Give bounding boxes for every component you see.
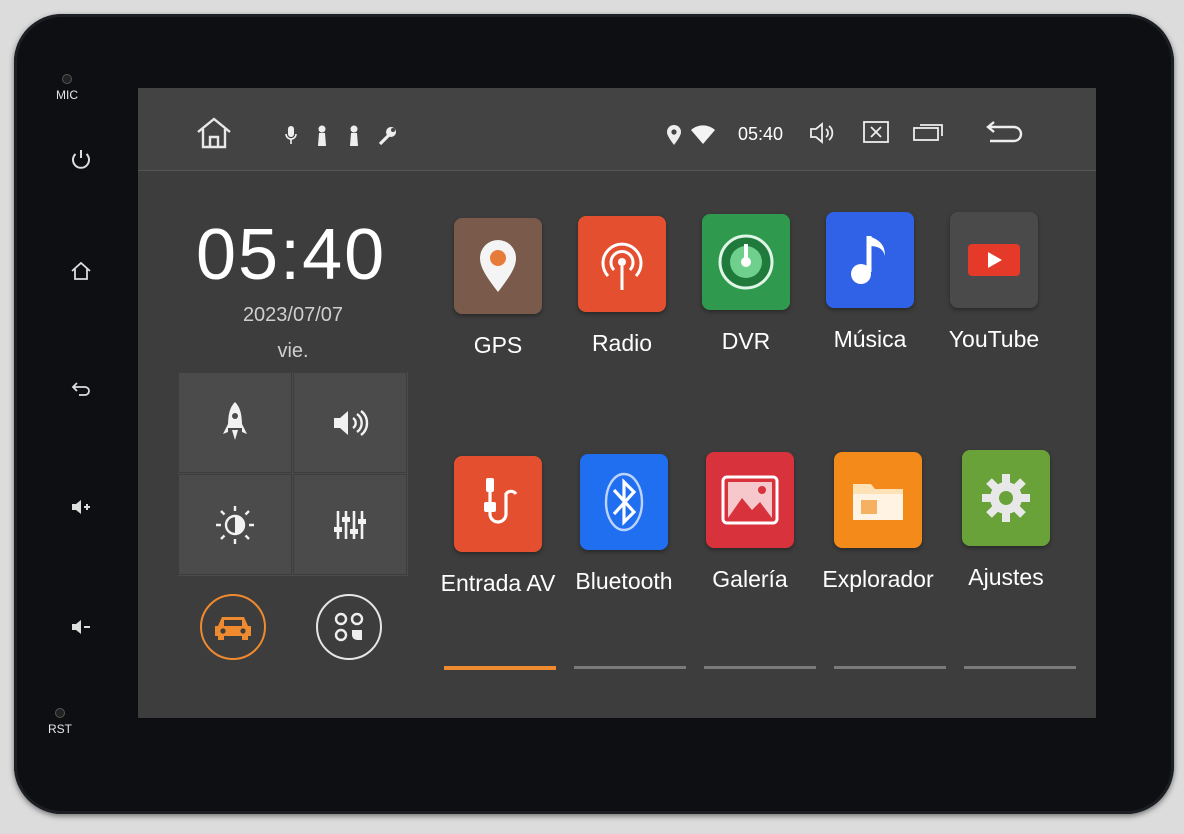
recent-apps-button[interactable]: [912, 120, 946, 144]
music-icon: [826, 212, 914, 308]
hw-volume-up-button[interactable]: [66, 494, 96, 520]
wrench-icon: [376, 124, 398, 148]
usb-icon: [314, 124, 330, 148]
app-label-galeria: Galería: [712, 566, 788, 592]
rocket-icon: [223, 401, 247, 440]
app-musica[interactable]: Música: [806, 212, 934, 353]
widget-clock: 05:40: [196, 215, 387, 295]
power-button[interactable]: [66, 146, 96, 172]
status-time: 05:40: [738, 124, 784, 144]
app-youtube[interactable]: YouTube: [930, 212, 1058, 353]
equalizer-icon: [334, 510, 366, 539]
youtube-icon: [950, 212, 1038, 308]
car-button[interactable]: [200, 594, 266, 660]
quick-toggles-panel: [178, 372, 408, 576]
app-explorador[interactable]: Explorador: [814, 452, 942, 593]
app-galeria[interactable]: Galería: [686, 452, 814, 593]
page-indicator-2[interactable]: [574, 666, 686, 669]
widget-date: 2023/07/07: [242, 304, 344, 326]
app-label-musica: Música: [833, 326, 907, 352]
status-back-button[interactable]: [984, 118, 1026, 146]
page-indicator-3[interactable]: [704, 666, 816, 669]
mic-label: MIC: [56, 88, 78, 102]
screen: 05:40 05:40 2023/07/07 vie. GPS Radio DV…: [138, 88, 1096, 718]
mic-icon: [284, 124, 298, 146]
location-icon: [666, 124, 682, 146]
page-indicator-5[interactable]: [964, 666, 1076, 669]
usb-icon-2: [346, 124, 362, 148]
car-icon: [215, 617, 251, 640]
volume-down-icon: [72, 620, 90, 634]
home-icon: [197, 117, 231, 149]
app-label-gps: GPS: [473, 332, 523, 358]
gps-icon: [454, 218, 542, 314]
back-icon: [71, 382, 90, 396]
page-indicator-4[interactable]: [834, 666, 946, 669]
back-icon: [986, 121, 1023, 143]
widget-day: vie.: [277, 340, 309, 362]
app-bluetooth[interactable]: Bluetooth: [560, 454, 688, 595]
sound-toggle[interactable]: [293, 372, 407, 473]
page-indicator-1[interactable]: [444, 666, 556, 670]
hw-volume-down-button[interactable]: [66, 614, 96, 640]
app-label-bluetooth: Bluetooth: [575, 568, 673, 594]
status-bar: 05:40: [138, 88, 1096, 171]
hw-back-button[interactable]: [66, 374, 96, 400]
gear-icon: [962, 450, 1050, 546]
reset-hole[interactable]: RST: [48, 708, 72, 736]
mic-hole: MIC: [56, 74, 78, 102]
folder-icon: [834, 452, 922, 548]
power-icon: [72, 150, 90, 169]
close-app-button[interactable]: [862, 120, 890, 144]
rocket-toggle[interactable]: [178, 372, 292, 473]
app-gps[interactable]: GPS: [434, 218, 562, 359]
home-icon: [71, 261, 91, 280]
app-drawer-icon: [334, 612, 364, 642]
app-dvr[interactable]: DVR: [682, 214, 810, 355]
app-entrada-av[interactable]: Entrada AV: [434, 456, 562, 597]
brightness-icon: [216, 505, 254, 544]
brightness-toggle[interactable]: [178, 474, 292, 575]
app-label-entrada-av: Entrada AV: [440, 570, 556, 596]
wifi-icon: [690, 124, 716, 144]
equalizer-toggle[interactable]: [293, 474, 407, 575]
status-home-button[interactable]: [194, 116, 234, 150]
dvr-icon: [702, 214, 790, 310]
radio-icon: [578, 216, 666, 312]
bluetooth-icon: [580, 454, 668, 550]
app-label-ajustes: Ajustes: [968, 564, 1044, 590]
hw-home-button[interactable]: [66, 258, 96, 284]
head-unit-device: MIC RST 05:40 05:40 2023/07/07 vie. GPS …: [14, 14, 1174, 814]
speaker-icon: [334, 409, 369, 436]
volume-icon: [810, 122, 834, 144]
recent-apps-icon: [913, 124, 943, 141]
app-drawer-button[interactable]: [316, 594, 382, 660]
app-radio[interactable]: Radio: [558, 216, 686, 357]
gallery-icon: [706, 452, 794, 548]
rst-label: RST: [48, 722, 72, 736]
app-label-radio: Radio: [591, 330, 653, 356]
app-label-youtube: YouTube: [948, 326, 1040, 352]
av-input-icon: [454, 456, 542, 552]
app-ajustes[interactable]: Ajustes: [942, 450, 1070, 591]
app-label-dvr: DVR: [721, 328, 771, 354]
volume-up-icon: [72, 500, 90, 514]
status-volume-button[interactable]: [808, 120, 838, 146]
close-app-icon: [863, 121, 889, 143]
app-label-explorador: Explorador: [822, 566, 934, 592]
